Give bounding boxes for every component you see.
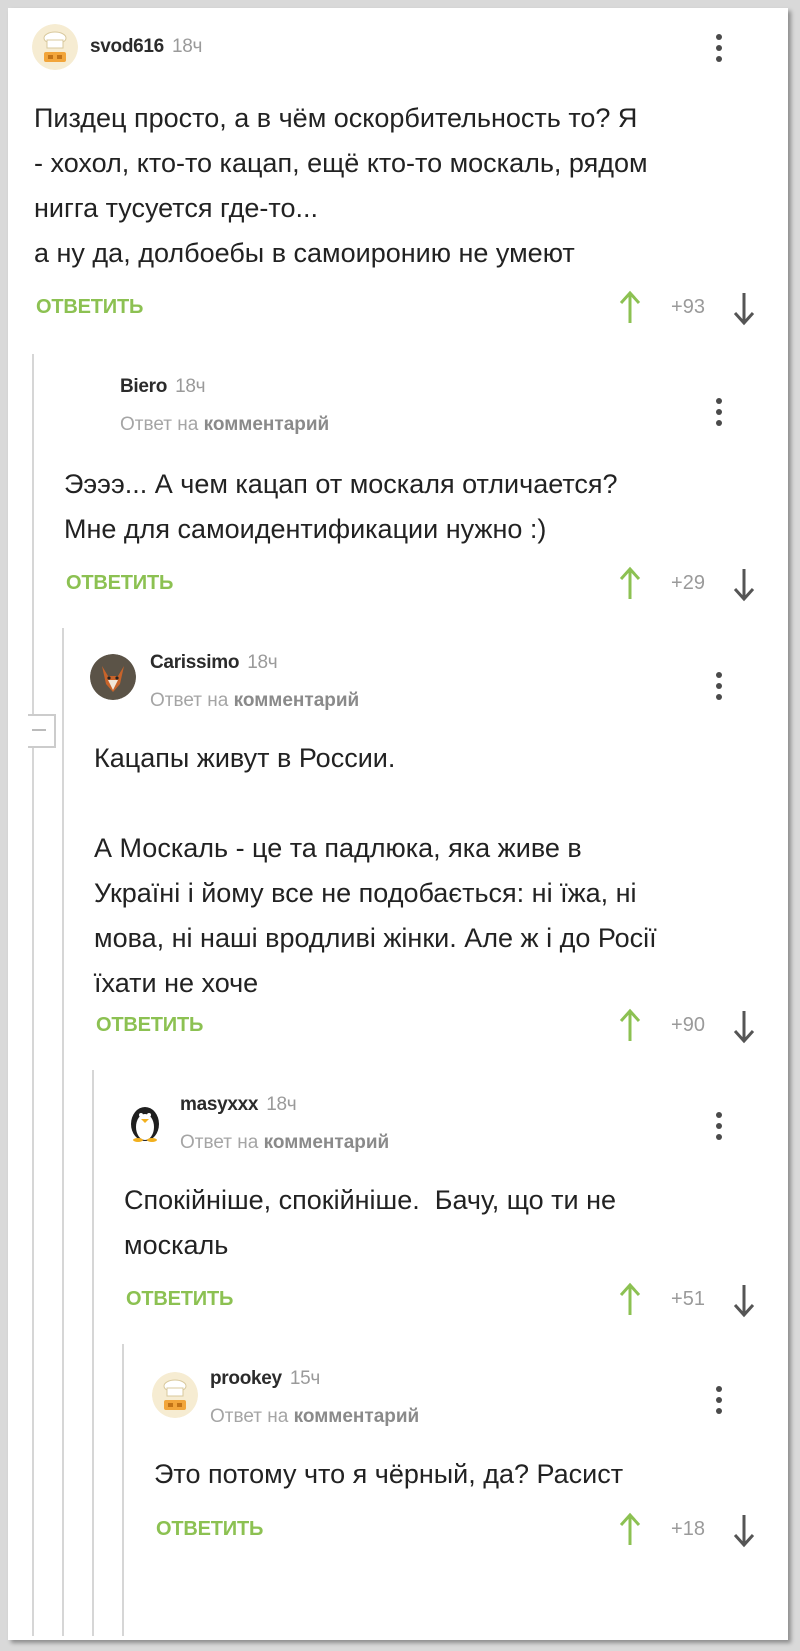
username-link[interactable]: masyxxx 18ч	[180, 1094, 297, 1116]
upvote-arrow-icon[interactable]	[618, 290, 642, 326]
downvote-arrow-icon[interactable]	[732, 1512, 756, 1548]
reply-to-link[interactable]: Ответ на комментарий	[120, 414, 329, 436]
chef-hat-avatar-icon[interactable]	[32, 24, 78, 70]
comment-actions: ответить +93	[36, 290, 788, 332]
comment-text: Пиздец просто, а в чём оскорбительность …	[34, 103, 648, 268]
thread-line[interactable]	[92, 1070, 94, 1636]
upvote-arrow-icon[interactable]	[618, 1008, 642, 1044]
downvote-arrow-icon[interactable]	[732, 1008, 756, 1044]
more-options-icon[interactable]	[714, 1386, 724, 1416]
reply-button[interactable]: ответить	[156, 1518, 263, 1541]
vote-controls: +29	[618, 566, 768, 606]
comment-score: +93	[671, 296, 705, 318]
upvote-arrow-icon[interactable]	[618, 1282, 642, 1318]
comment-score: +18	[671, 1518, 705, 1540]
reply-button[interactable]: ответить	[96, 1014, 203, 1037]
reply-button[interactable]: ответить	[36, 296, 143, 319]
vote-controls: +18	[618, 1512, 768, 1552]
comment-actions: ответить +18	[156, 1512, 788, 1554]
comment-actions: ответить +29	[66, 566, 788, 608]
reply-button[interactable]: ответить	[126, 1288, 233, 1311]
comment-time: 15ч	[289, 1368, 320, 1389]
more-options-icon[interactable]	[714, 672, 724, 702]
vote-controls: +93	[618, 290, 768, 330]
reply-to-link[interactable]: Ответ на комментарий	[180, 1132, 389, 1154]
comment-time: 18ч	[247, 652, 278, 673]
comment-score: +29	[671, 572, 705, 594]
comment-text: Спокійніше, спокійніше. Бачу, що ти не м…	[124, 1185, 617, 1260]
upvote-arrow-icon[interactable]	[618, 1512, 642, 1548]
more-options-icon[interactable]	[714, 1112, 724, 1142]
username-link[interactable]: prookey 15ч	[210, 1368, 320, 1390]
thread-line[interactable]	[62, 628, 64, 1636]
comment-time: 18ч	[175, 376, 206, 397]
more-options-icon[interactable]	[714, 398, 724, 428]
comment-actions: ответить +51	[126, 1282, 788, 1324]
comment-score: +51	[671, 1288, 705, 1310]
username-link[interactable]: Carissimo 18ч	[150, 652, 278, 674]
fox-avatar-icon[interactable]	[90, 654, 136, 700]
penguin-avatar-icon[interactable]	[122, 1098, 168, 1144]
downvote-arrow-icon[interactable]	[732, 566, 756, 602]
comment-time: 18ч	[171, 36, 203, 57]
chef-hat-avatar-icon[interactable]	[152, 1372, 198, 1418]
vote-controls: +90	[618, 1008, 768, 1048]
comment-actions: ответить +90	[96, 1008, 788, 1050]
more-options-icon[interactable]	[714, 34, 724, 64]
downvote-arrow-icon[interactable]	[732, 290, 756, 326]
comment-text: Кацапы живут в России. А Москаль - це та…	[94, 743, 657, 998]
username-link[interactable]: svod616 18ч	[90, 36, 202, 58]
thread-line[interactable]	[32, 354, 34, 1636]
downvote-arrow-icon[interactable]	[732, 1282, 756, 1318]
reply-to-link[interactable]: Ответ на комментарий	[150, 690, 359, 712]
username-link[interactable]: Biero 18ч	[120, 376, 206, 398]
reply-to-link[interactable]: Ответ на комментарий	[210, 1406, 419, 1428]
upvote-arrow-icon[interactable]	[618, 566, 642, 602]
comments-panel: svod616 18ч Пиздец просто, а в чём оскорб…	[8, 8, 788, 1640]
vote-controls: +51	[618, 1282, 768, 1322]
collapse-thread-button[interactable]	[28, 714, 56, 748]
thread-line[interactable]	[122, 1344, 124, 1636]
comment-time: 18ч	[266, 1094, 297, 1115]
comment-text: Ээээ... А чем кацап от москаля отличаетс…	[64, 469, 618, 544]
reply-button[interactable]: ответить	[66, 572, 173, 595]
comment-text: Это потому что я чёрный, да? Расист	[154, 1459, 624, 1489]
comment-score: +90	[671, 1014, 705, 1036]
